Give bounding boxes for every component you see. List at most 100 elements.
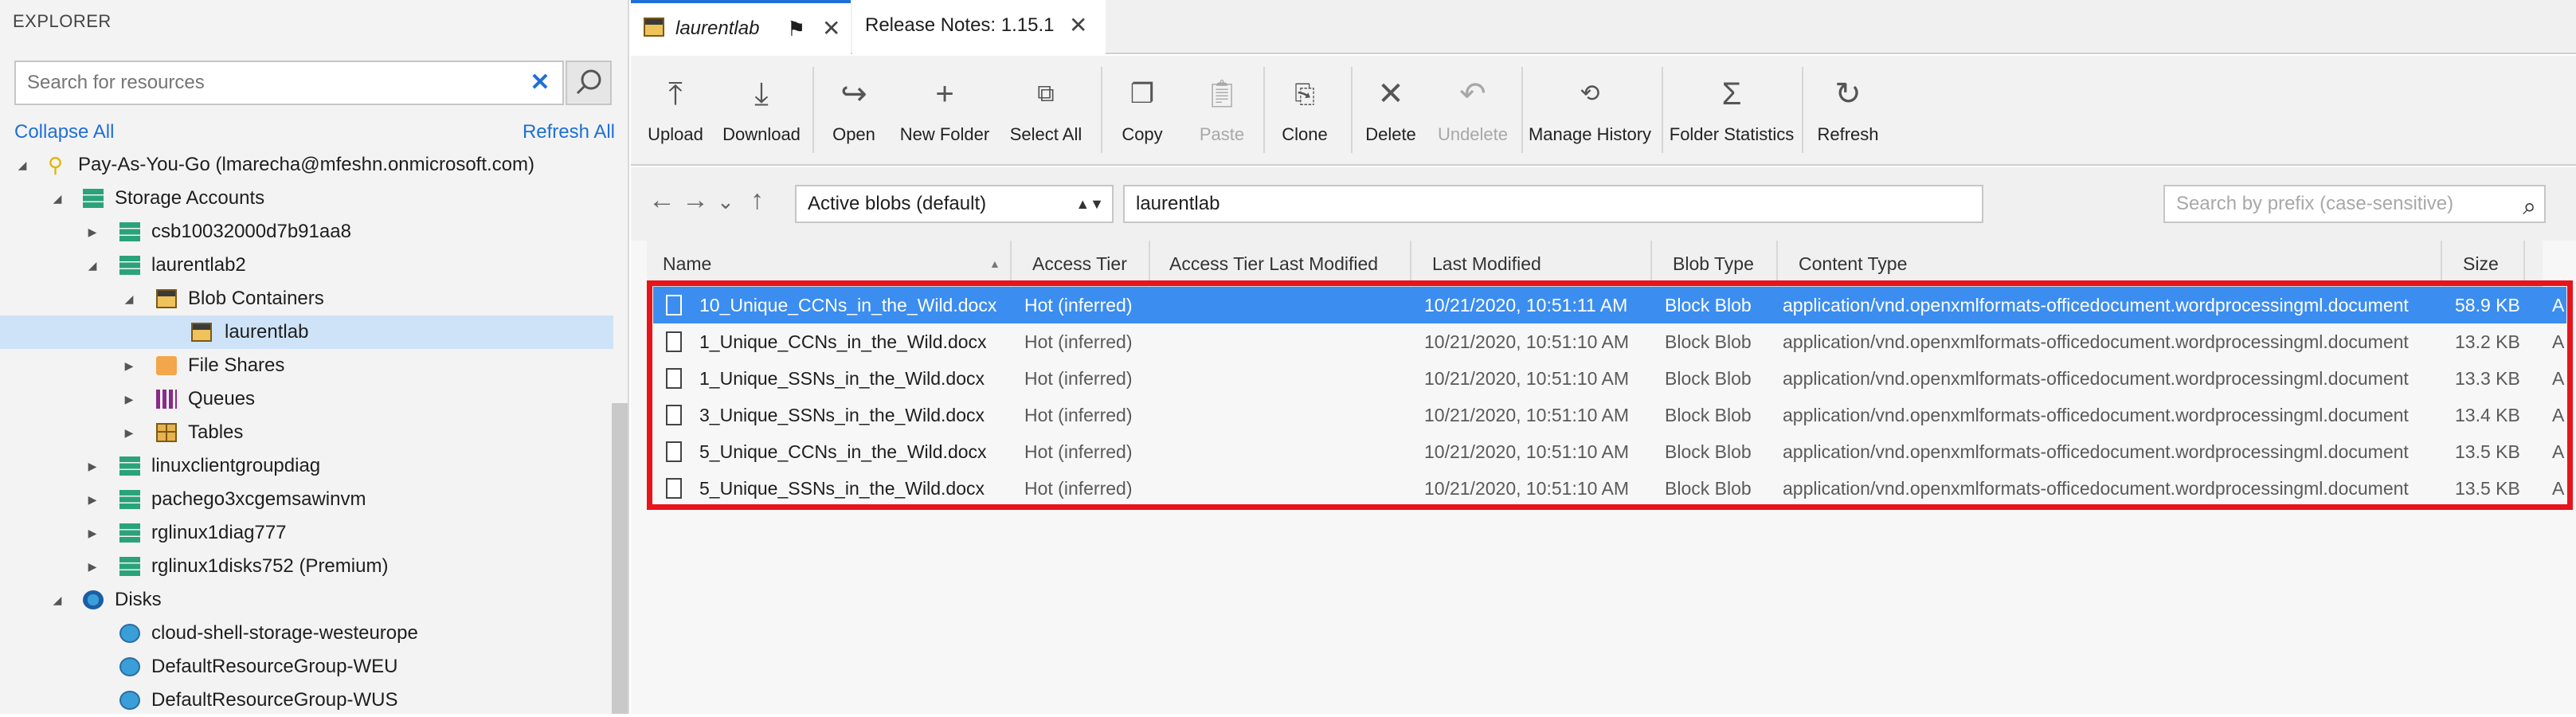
storage-account-icon — [119, 490, 140, 509]
table-row[interactable]: 1_Unique_SSNs_in_the_Wild.docx Hot (infe… — [653, 360, 2566, 397]
explorer-tree: ◢ ⚲ Pay-As-You-Go (lmarecha@mfeshn.onmic… — [0, 148, 613, 717]
search-button[interactable] — [566, 61, 612, 105]
column-divider[interactable] — [1650, 241, 1652, 287]
up-arrow-icon[interactable]: ↑ — [750, 185, 764, 216]
search-icon[interactable]: ⌕ — [2523, 190, 2536, 225]
column-header-size[interactable]: Size — [2463, 241, 2499, 287]
tree-item-storage-accounts[interactable]: ◢ Storage Accounts — [0, 182, 613, 215]
column-header-tier-last-modified[interactable]: Access Tier Last Modified — [1169, 241, 1378, 287]
sort-ascending-icon[interactable]: ▲ — [989, 241, 1000, 287]
document-icon — [666, 441, 682, 462]
clone-button[interactable]: ⎘ Clone — [1271, 56, 1338, 166]
tree-item-disks[interactable]: ◢ Disks — [0, 583, 613, 617]
tree-item-label: Tables — [188, 421, 244, 443]
cell-size: 13.5 KB — [2455, 478, 2520, 499]
tree-item-storage-account[interactable]: ▶ csb10032000d7b91aa8 — [0, 215, 613, 249]
path-input[interactable]: laurentlab — [1123, 185, 1983, 223]
chevron-down-icon[interactable]: ⌄ — [717, 190, 734, 214]
cell-content-type: application/vnd.openxmlformats-officedoc… — [1783, 295, 2409, 315]
expand-arrow-icon[interactable]: ▶ — [84, 449, 100, 483]
tree-item-label: Storage Accounts — [115, 187, 265, 209]
column-header-access-tier[interactable]: Access Tier — [1032, 241, 1127, 287]
expand-arrow-icon[interactable]: ▶ — [84, 516, 100, 550]
collapse-arrow-icon[interactable]: ◢ — [14, 148, 30, 182]
cell-name: 3_Unique_SSNs_in_the_Wild.docx — [699, 405, 985, 425]
column-divider[interactable] — [1010, 241, 1012, 287]
pin-icon[interactable]: ⚑ — [787, 3, 805, 54]
clear-search-icon[interactable]: ✕ — [524, 65, 556, 100]
open-button[interactable]: ↪ Open — [820, 56, 887, 166]
tree-item-file-shares[interactable]: ▶ File Shares — [0, 349, 613, 382]
table-row[interactable]: 5_Unique_CCNs_in_the_Wild.docx Hot (infe… — [653, 433, 2566, 470]
expand-arrow-icon[interactable]: ▶ — [84, 483, 100, 516]
tab-laurentlab[interactable]: laurentlab ⚑ ✕ — [631, 0, 851, 54]
column-divider[interactable] — [1149, 241, 1150, 287]
tree-item-label: pachego3xcgemsawinvm — [151, 488, 366, 510]
column-divider[interactable] — [1776, 241, 1778, 287]
cell-content-type: application/vnd.openxmlformats-officedoc… — [1783, 368, 2409, 389]
tree-item-storage-account[interactable]: ◢ laurentlab2 — [0, 249, 613, 282]
tree-item-storage-account[interactable]: ▶ pachego3xcgemsawinvm — [0, 483, 613, 516]
expand-arrow-icon[interactable]: ▶ — [84, 215, 100, 249]
column-divider[interactable] — [2441, 241, 2442, 287]
download-button[interactable]: ⤓ Download — [720, 56, 803, 166]
close-tab-icon[interactable]: ✕ — [822, 3, 840, 54]
collapse-arrow-icon[interactable]: ◢ — [121, 282, 137, 315]
tree-item-disk-group[interactable]: DefaultResourceGroup-WEU — [0, 650, 613, 684]
collapse-arrow-icon[interactable]: ◢ — [49, 182, 65, 215]
manage-history-button[interactable]: ⟲ Manage History — [1526, 56, 1654, 166]
forward-arrow-icon[interactable]: → — [682, 185, 709, 216]
table-row[interactable]: 1_Unique_CCNs_in_the_Wild.docx Hot (infe… — [653, 323, 2566, 360]
tree-item-disk-group[interactable]: DefaultResourceGroup-WUS — [0, 684, 613, 717]
copy-button[interactable]: ❐ Copy — [1109, 56, 1176, 166]
tab-release-notes[interactable]: Release Notes: 1.15.1 ✕ — [852, 0, 1106, 54]
collapse-arrow-icon[interactable]: ◢ — [49, 583, 65, 617]
expand-arrow-icon[interactable]: ▶ — [121, 382, 137, 416]
column-header-blob-type[interactable]: Blob Type — [1673, 241, 1754, 287]
column-divider[interactable] — [2523, 241, 2525, 287]
folder-statistics-button[interactable]: Σ Folder Statistics — [1668, 56, 1795, 166]
tree-item-storage-account[interactable]: ▶ rglinux1diag777 — [0, 516, 613, 550]
tree-item-disk-group[interactable]: cloud-shell-storage-westeurope — [0, 617, 613, 650]
tree-item-subscription[interactable]: ◢ ⚲ Pay-As-You-Go (lmarecha@mfeshn.onmic… — [0, 148, 613, 182]
new-folder-button[interactable]: + New Folder — [895, 56, 994, 166]
view-mode-select[interactable]: Active blobs (default) ▲▼ — [795, 185, 1114, 223]
disk-icon — [119, 691, 140, 710]
column-divider[interactable] — [1410, 241, 1411, 287]
undelete-button[interactable]: ↶ Undelete — [1431, 56, 1515, 166]
column-header-content-type[interactable]: Content Type — [1799, 241, 1907, 287]
table-row[interactable]: 10_Unique_CCNs_in_the_Wild.docx Hot (inf… — [653, 287, 2566, 323]
upload-button[interactable]: ⤒ Upload — [642, 56, 709, 166]
table-row[interactable]: 5_Unique_SSNs_in_the_Wild.docx Hot (infe… — [653, 470, 2566, 507]
expand-arrow-icon[interactable]: ▶ — [121, 349, 137, 382]
delete-button[interactable]: ✕ Delete — [1357, 56, 1424, 166]
cell-truncated: A — [2552, 441, 2565, 462]
tree-item-queues[interactable]: ▶ Queues — [0, 382, 613, 416]
select-all-button[interactable]: ⧉ Select All — [999, 56, 1093, 166]
expand-arrow-icon[interactable]: ▶ — [121, 416, 137, 449]
paste-button[interactable]: 📋︎ Paste — [1188, 56, 1255, 166]
tree-item-storage-account[interactable]: ▶ linuxclientgroupdiag — [0, 449, 613, 483]
tree-item-blob-containers[interactable]: ◢ Blob Containers — [0, 282, 613, 315]
column-header-last-modified[interactable]: Last Modified — [1432, 241, 1541, 287]
table-row[interactable]: 3_Unique_SSNs_in_the_Wild.docx Hot (infe… — [653, 397, 2566, 433]
back-arrow-icon[interactable]: ← — [648, 185, 675, 216]
resource-search-input[interactable] — [14, 61, 564, 105]
storage-account-icon — [119, 256, 140, 275]
column-header-name[interactable]: Name — [663, 241, 711, 287]
expand-arrow-icon[interactable]: ▶ — [84, 550, 100, 583]
cell-access-tier: Hot (inferred) — [1024, 405, 1133, 425]
tables-icon — [156, 423, 177, 442]
cell-truncated: A — [2552, 331, 2565, 352]
tree-item-container-selected[interactable]: laurentlab — [0, 315, 613, 349]
collapse-all-link[interactable]: Collapse All — [14, 121, 114, 143]
cell-last-modified: 10/21/2020, 10:51:10 AM — [1424, 331, 1630, 352]
collapse-arrow-icon[interactable]: ◢ — [84, 249, 100, 282]
close-tab-icon[interactable]: ✕ — [1069, 0, 1087, 51]
refresh-button[interactable]: ↻ Refresh — [1810, 56, 1886, 166]
explorer-scrollbar[interactable] — [612, 403, 628, 714]
tree-item-storage-account[interactable]: ▶ rglinux1disks752 (Premium) — [0, 550, 613, 583]
refresh-all-link[interactable]: Refresh All — [523, 121, 615, 143]
prefix-search-input[interactable]: Search by prefix (case-sensitive) ⌕ — [2163, 185, 2546, 223]
tree-item-tables[interactable]: ▶ Tables — [0, 416, 613, 449]
